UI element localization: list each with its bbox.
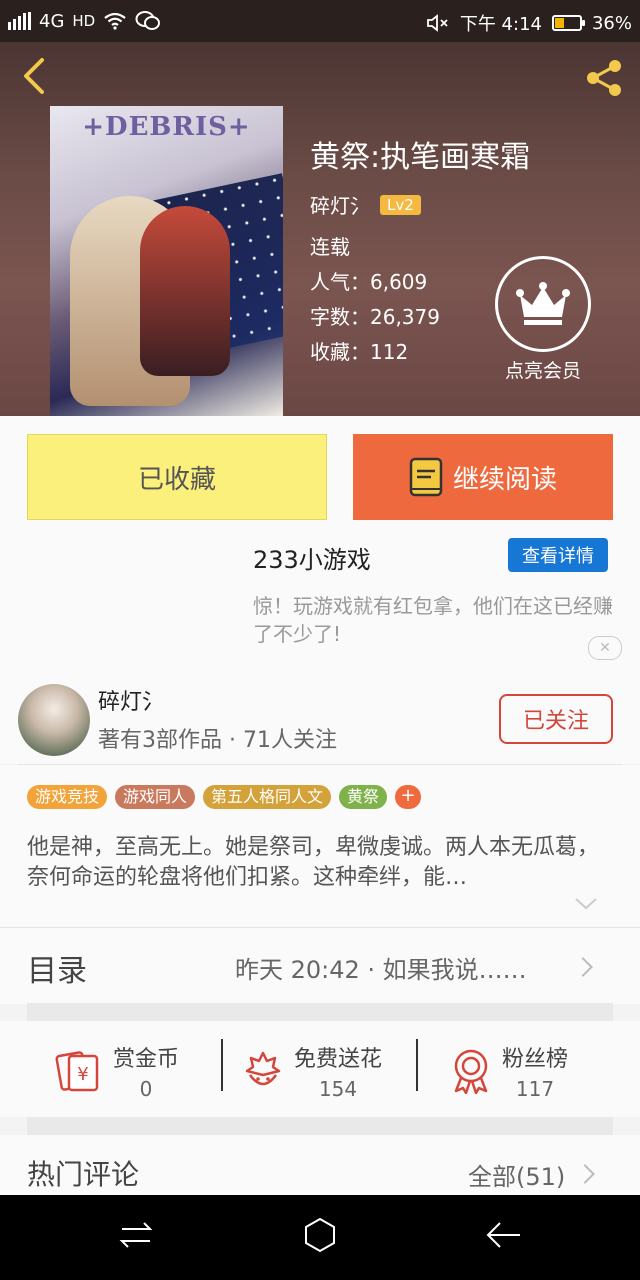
stat-value: 154 xyxy=(318,1077,358,1101)
tag-chip[interactable]: 黄祭 xyxy=(339,785,388,809)
ad-banner[interactable]: 233小游戏 查看详情 惊！玩游戏就有红包拿，他们在这已经赚了不少了! ✕ xyxy=(0,538,640,664)
hot-comments-header: 热门评论 全部(51) xyxy=(0,1135,640,1195)
action-bar: 已收藏 继续阅读 xyxy=(0,416,640,540)
vip-label: 点亮会员 xyxy=(504,360,581,382)
book-icon xyxy=(409,457,443,497)
reward-coin-icon: ¥ xyxy=(55,1051,99,1092)
ad-description: 惊！玩游戏就有红包拿，他们在这已经赚了不少了! xyxy=(253,594,613,646)
vip-button[interactable]: 点亮会员 xyxy=(493,256,593,383)
back-arrow-icon[interactable] xyxy=(16,56,52,96)
mute-icon xyxy=(426,14,448,32)
tag-chip[interactable]: 游戏同人 xyxy=(115,785,196,809)
system-nav-bar xyxy=(0,1195,640,1280)
wifi-icon xyxy=(104,12,126,30)
stat-value: 117 xyxy=(515,1077,555,1101)
popularity: 人气：6,609 xyxy=(310,270,428,294)
flower-icon xyxy=(245,1051,281,1086)
book-title: 黄祭:执笔画寒霜 xyxy=(310,140,531,175)
followed-button[interactable]: 已关注 xyxy=(499,694,613,744)
battery-percent: 36% xyxy=(591,12,632,34)
word-count: 字数：26,379 xyxy=(310,305,440,329)
tags-synopsis-section: 游戏竞技 游戏同人 第五人格同人文 黄祭 + 他是神，至高无上。她是祭司，卑微虔诚。两人… xyxy=(0,765,640,927)
stat-label: 免费送花 xyxy=(294,1047,383,1072)
wechat-icon xyxy=(135,11,161,30)
hot-comments-title: 热门评论 xyxy=(27,1158,140,1191)
hd-indicator: HD xyxy=(72,12,96,30)
expand-chevron-icon[interactable] xyxy=(574,897,598,911)
tag-list: 游戏竞技 游戏同人 第五人格同人文 黄祭 + xyxy=(27,785,422,809)
level-badge: Lv2 xyxy=(380,194,421,215)
continue-reading-label: 继续阅读 xyxy=(452,464,557,495)
tag-chip[interactable]: 第五人格同人文 xyxy=(203,785,332,809)
author-name[interactable]: 碎灯氵 xyxy=(310,190,370,219)
section-separator xyxy=(27,1117,613,1135)
latest-chapter: 昨天 20:42 · 如果我说…… xyxy=(235,956,527,984)
tag-chip[interactable]: 游戏竞技 xyxy=(27,785,108,809)
chevron-right-icon xyxy=(573,957,593,977)
favorite-count: 收藏：112 xyxy=(310,340,409,364)
fan-rank-stat[interactable]: 粉丝榜 117 xyxy=(450,1041,568,1101)
all-comments-link[interactable]: 全部(51) xyxy=(468,1157,565,1192)
battery-icon xyxy=(551,15,585,31)
crown-icon xyxy=(495,256,591,352)
ad-close-icon[interactable]: ✕ xyxy=(588,636,622,660)
svg-text:¥: ¥ xyxy=(77,1064,88,1085)
catalog-row[interactable]: 目录 昨天 20:42 · 如果我说…… xyxy=(0,927,640,1004)
cover-art-figure xyxy=(140,206,230,376)
book-meta: 连载 人气：6,609 字数：26,379 收藏：112 xyxy=(310,230,440,370)
continue-reading-button[interactable]: 继续阅读 xyxy=(353,434,613,520)
free-flower-stat[interactable]: 免费送花 154 xyxy=(242,1041,382,1101)
divider xyxy=(416,1039,418,1091)
chevron-right-icon xyxy=(575,1164,595,1184)
share-icon[interactable] xyxy=(582,56,626,100)
medal-icon xyxy=(454,1049,488,1094)
divider xyxy=(221,1039,223,1091)
author-section: 碎灯氵 著有3部作品 · 71人关注 已关注 xyxy=(0,664,640,764)
stat-label: 粉丝榜 xyxy=(502,1047,569,1072)
author-row: 碎灯氵 Lv2 xyxy=(310,190,421,219)
author-section-name[interactable]: 碎灯氵 xyxy=(98,684,164,716)
book-header: +DEBRIS+ 黄祭:执笔画寒霜 碎灯氵 Lv2 连载 人气：6,609 字数… xyxy=(0,42,640,416)
synopsis: 他是神，至高无上。她是祭司，卑微虔诚。两人本无瓜葛，奈何命运的轮盘将他们扣紧。这… xyxy=(27,835,600,890)
status-bar: 4G HD 下午 4:14 36% xyxy=(0,0,640,42)
back-icon[interactable] xyxy=(484,1215,524,1255)
home-icon[interactable] xyxy=(300,1215,340,1255)
catalog-label: 目录 xyxy=(27,954,87,989)
book-cover[interactable]: +DEBRIS+ xyxy=(50,106,283,416)
reward-coin-stat[interactable]: ¥ 赏金币 0 xyxy=(55,1041,179,1101)
serial-status: 连载 xyxy=(310,235,350,259)
stat-value: 0 xyxy=(139,1077,153,1101)
ad-title: 233小游戏 xyxy=(253,546,371,574)
cover-title: +DEBRIS+ xyxy=(82,112,251,142)
recent-apps-icon[interactable] xyxy=(116,1215,156,1255)
add-tag-button[interactable]: + xyxy=(395,785,422,809)
signal-icon xyxy=(8,12,31,30)
stats-row: ¥ 赏金币 0 免费送花 154 粉丝榜 117 xyxy=(0,1021,640,1117)
favorited-button[interactable]: 已收藏 xyxy=(27,434,327,520)
author-info: 著有3部作品 · 71人关注 xyxy=(98,728,337,753)
network-type: 4G xyxy=(39,10,65,32)
ad-details-button[interactable]: 查看详情 xyxy=(508,538,608,572)
stat-label: 赏金币 xyxy=(113,1047,180,1072)
section-separator xyxy=(27,1003,613,1021)
clock: 下午 4:14 xyxy=(459,14,542,35)
author-avatar[interactable] xyxy=(18,684,90,756)
